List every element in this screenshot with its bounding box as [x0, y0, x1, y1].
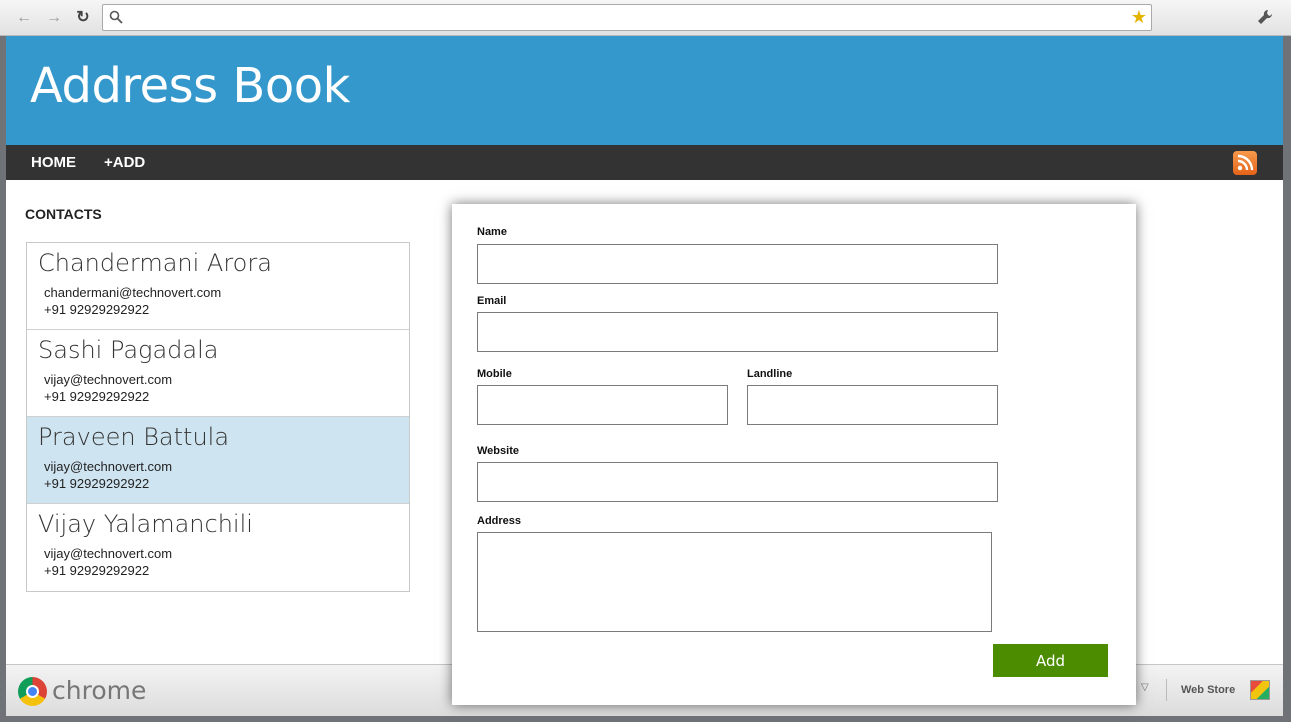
name-field[interactable]	[477, 244, 998, 284]
contact-phone: +91 92929292922	[44, 389, 150, 404]
contact-email: chandermani@technovert.com	[44, 285, 222, 300]
bookmark-star-icon[interactable]: ★	[1131, 7, 1147, 27]
contacts-heading: CONTACTS	[25, 206, 102, 222]
chrome-wordmark: chrome	[52, 676, 147, 705]
web-store-link[interactable]: Web Store	[1181, 684, 1235, 696]
address-input[interactable]	[129, 8, 1129, 27]
mobile-field[interactable]	[477, 385, 728, 425]
app-title: Address Book	[30, 58, 350, 114]
name-label: Name	[477, 226, 507, 238]
back-arrow-icon[interactable]: ←	[14, 8, 34, 28]
contact-phone: +91 92929292922	[44, 563, 150, 578]
main-nav: HOME +ADD	[6, 145, 1283, 180]
contact-phone: +91 92929292922	[44, 476, 150, 491]
reload-icon[interactable]: ↻	[73, 8, 93, 28]
address-label: Address	[477, 515, 522, 527]
contact-name: Sashi Pagadala	[38, 336, 219, 364]
address-bar[interactable]: ★	[102, 4, 1152, 31]
contact-email: vijay@technovert.com	[44, 459, 173, 474]
contact-name: Chandermani Arora	[38, 249, 272, 277]
contact-email: vijay@technovert.com	[44, 546, 173, 561]
forward-arrow-icon[interactable]: →	[44, 8, 64, 28]
browser-toolbar: ← → ↻ ★	[0, 0, 1291, 36]
add-contact-dialog: Name Email Mobile Landline Website Addre…	[452, 204, 1136, 705]
contact-item-selected[interactable]: Praveen Battula vijay@technovert.com +91…	[27, 417, 409, 504]
address-field[interactable]	[477, 532, 992, 632]
contact-email: vijay@technovert.com	[44, 372, 173, 387]
nav-home-link[interactable]: HOME	[31, 154, 76, 171]
email-label: Email	[477, 295, 507, 307]
contact-name: Vijay Yalamanchili	[38, 510, 253, 538]
contact-name: Praveen Battula	[38, 423, 230, 451]
email-field[interactable]	[477, 312, 998, 352]
contact-item[interactable]: Chandermani Arora chandermani@technovert…	[27, 243, 409, 330]
add-button[interactable]: Add	[993, 644, 1108, 677]
nav-add-link[interactable]: +ADD	[104, 154, 145, 171]
contact-phone: +91 92929292922	[44, 302, 150, 317]
landline-label: Landline	[747, 368, 793, 380]
search-icon	[109, 10, 123, 24]
landline-field[interactable]	[747, 385, 998, 425]
website-label: Website	[477, 445, 519, 457]
contact-item[interactable]: Vijay Yalamanchili vijay@technovert.com …	[27, 504, 409, 591]
mobile-label: Mobile	[477, 368, 512, 380]
rss-feed-icon[interactable]	[1233, 151, 1257, 175]
contact-list: Chandermani Arora chandermani@technovert…	[26, 242, 410, 592]
contact-item[interactable]: Sashi Pagadala vijay@technovert.com +91 …	[27, 330, 409, 417]
web-store-icon[interactable]	[1250, 680, 1270, 700]
app-header: Address Book	[6, 36, 1283, 145]
website-field[interactable]	[477, 462, 998, 502]
wrench-icon[interactable]	[1256, 8, 1274, 26]
divider	[1166, 679, 1167, 701]
chrome-logo-icon	[18, 677, 47, 706]
chevron-down-icon[interactable]: ▽	[1141, 682, 1149, 693]
